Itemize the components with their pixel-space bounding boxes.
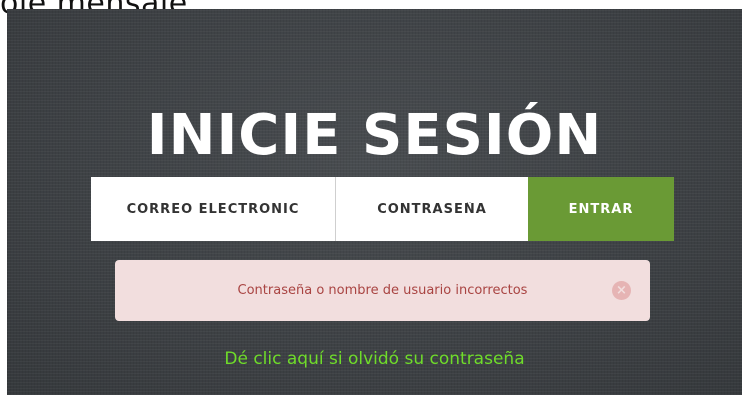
error-message: Contraseña o nombre de usuario incorrect… bbox=[237, 283, 528, 298]
email-input[interactable] bbox=[91, 177, 335, 241]
close-icon[interactable]: × bbox=[612, 281, 631, 300]
password-input[interactable] bbox=[335, 177, 528, 241]
forgot-password-link[interactable]: Dé clic aquí si olvidó su contraseña bbox=[7, 349, 742, 369]
error-alert: Contraseña o nombre de usuario incorrect… bbox=[115, 260, 650, 321]
login-form: ENTRAR bbox=[91, 177, 674, 241]
submit-button[interactable]: ENTRAR bbox=[528, 177, 674, 241]
login-panel: INICIE SESIÓN ENTRAR Contraseña o nombre… bbox=[7, 9, 742, 395]
login-title: INICIE SESIÓN bbox=[146, 103, 603, 168]
